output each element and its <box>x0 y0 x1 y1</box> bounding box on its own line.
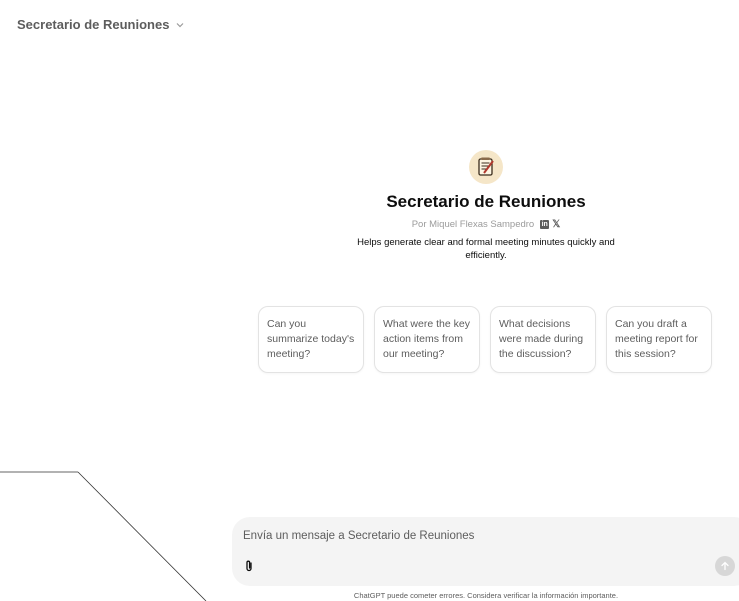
notepad-icon <box>469 150 503 184</box>
disclaimer-text: ChatGPT puede cometer errores. Considera… <box>353 591 619 600</box>
arrow-up-icon <box>721 561 729 571</box>
gpt-selector[interactable]: Secretario de Reuniones <box>17 17 185 32</box>
linkedin-icon[interactable]: in <box>540 220 550 229</box>
author-text: Por Miquel Flexas Sampedro <box>411 219 535 230</box>
prompt-suggestions: Can you summarize today's meeting? What … <box>258 306 712 373</box>
prompt-card[interactable]: Can you draft a meeting report for this … <box>606 306 712 373</box>
prompt-card[interactable]: Can you summarize today's meeting? <box>258 306 364 373</box>
gpt-intro: Secretario de Reuniones Por Miquel Flexa… <box>236 150 736 262</box>
prompt-card[interactable]: What decisions were made during the disc… <box>490 306 596 373</box>
gpt-byline: Por Miquel Flexas Sampedro in 𝕏 <box>236 219 736 230</box>
message-input[interactable] <box>243 530 683 542</box>
chevron-down-icon <box>177 22 184 27</box>
gpt-description: Helps generate clear and formal meeting … <box>357 237 615 261</box>
prompt-card[interactable]: What were the key action items from our … <box>374 306 480 373</box>
social-links: in 𝕏 <box>540 219 560 230</box>
gpt-name: Secretario de Reuniones <box>386 192 586 211</box>
send-button[interactable] <box>715 556 735 576</box>
paperclip-icon[interactable] <box>242 559 256 573</box>
message-composer <box>232 517 739 586</box>
gpt-selector-title: Secretario de Reuniones <box>17 17 170 32</box>
annotation-lines <box>0 471 207 601</box>
x-icon[interactable]: 𝕏 <box>552 219 560 230</box>
